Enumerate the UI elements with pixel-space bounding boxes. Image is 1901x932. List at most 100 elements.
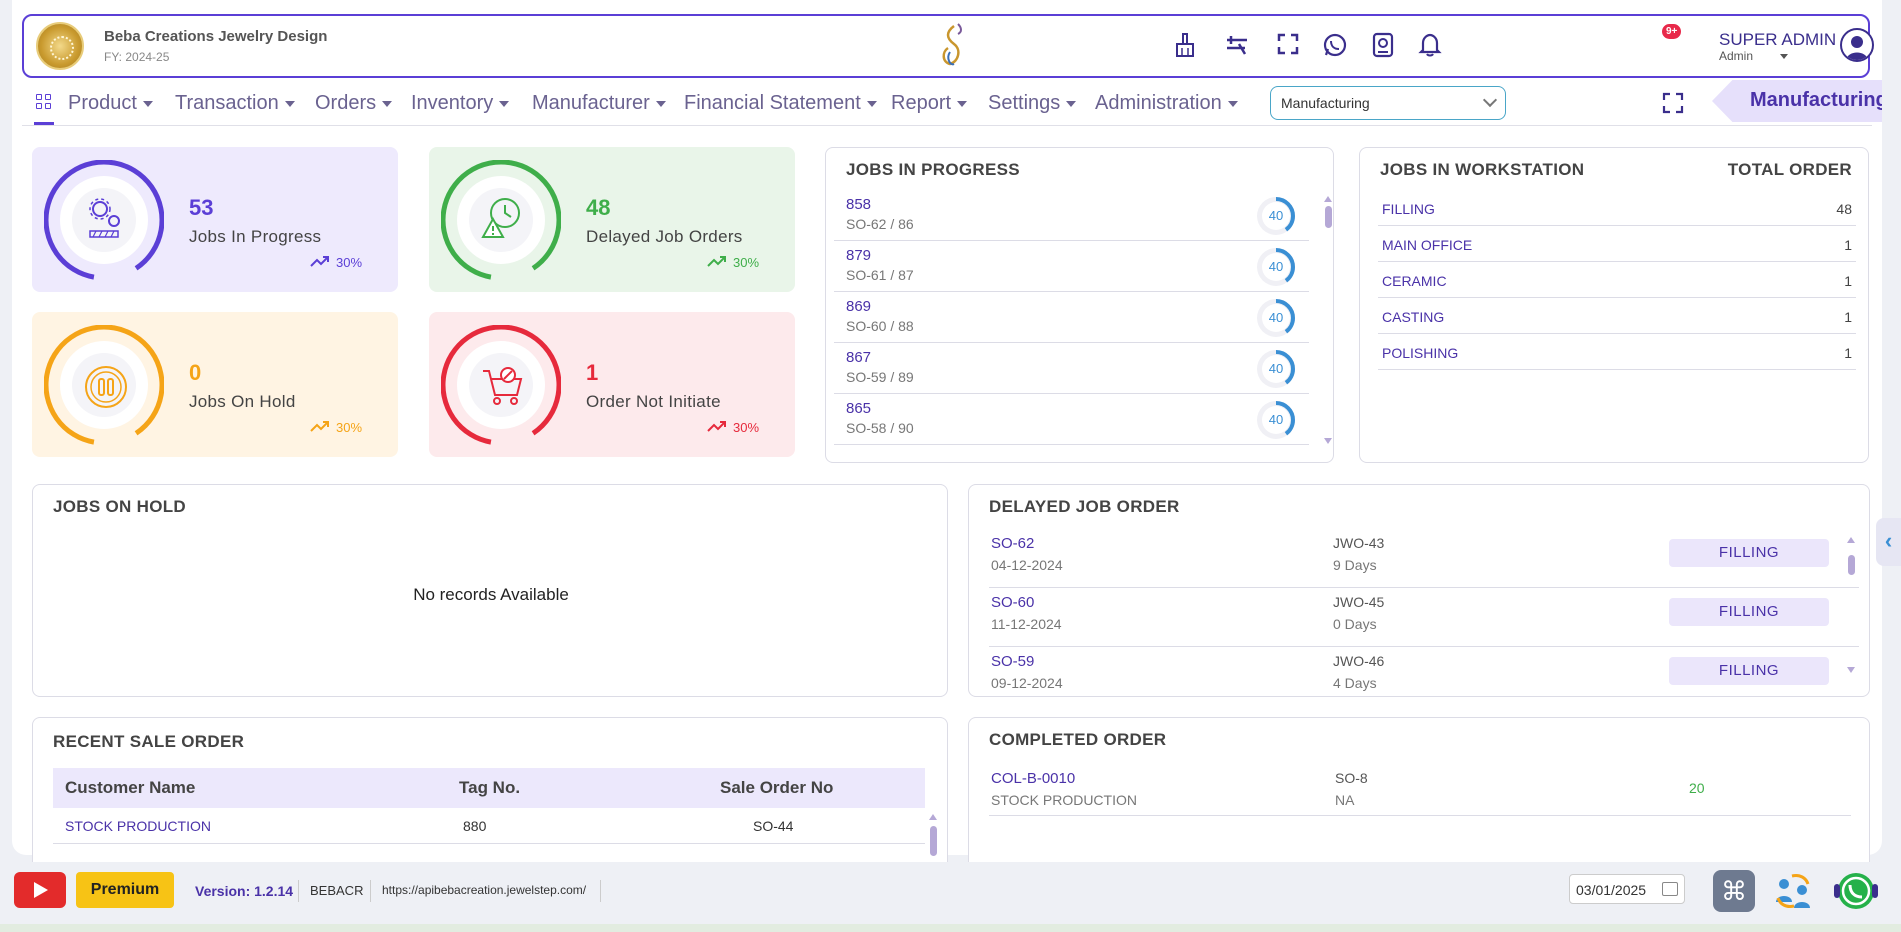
list-item[interactable]: 867 SO-59 / 89 40 xyxy=(834,343,1309,394)
app-window: Beba Creations Jewelry Design FY: 2024-2… xyxy=(12,0,1882,862)
module-select[interactable]: Manufacturing xyxy=(1270,86,1506,120)
divider xyxy=(370,880,371,902)
order-na: NA xyxy=(1335,792,1355,808)
order-qty: 20 xyxy=(1689,780,1705,796)
status-badge: FILLING xyxy=(1669,598,1829,626)
scrollbar-thumb[interactable] xyxy=(1325,206,1332,228)
fullscreen-icon[interactable] xyxy=(1662,92,1684,114)
list-item[interactable]: 869 SO-60 / 88 40 xyxy=(834,292,1309,343)
job-id[interactable]: 869 xyxy=(846,298,871,315)
list-item[interactable]: SO-59 09-12-2024 JWO-46 4 Days FILLING xyxy=(989,647,1859,696)
workstation-row[interactable]: CERAMIC 1 xyxy=(1378,262,1856,298)
nav-report[interactable]: Report xyxy=(891,92,967,115)
progress-ring: 40 xyxy=(1254,296,1298,340)
workstation-total: 1 xyxy=(1844,309,1852,325)
job-id[interactable]: 858 xyxy=(846,196,871,213)
empty-state: No records Available xyxy=(413,585,569,604)
clock-warning-icon xyxy=(479,195,525,246)
sale-order-link[interactable]: SO-59 xyxy=(991,653,1034,670)
users-sync-icon[interactable] xyxy=(1772,870,1814,912)
tools-icon[interactable] xyxy=(1223,32,1251,60)
whatsapp-icon[interactable] xyxy=(1321,32,1349,60)
active-tab-indicator xyxy=(34,122,54,125)
job-id[interactable]: 867 xyxy=(846,349,871,366)
user-name[interactable]: SUPER ADMIN xyxy=(1719,30,1836,50)
scroll-up-icon[interactable] xyxy=(929,814,937,820)
nav-inventory[interactable]: Inventory xyxy=(411,92,509,115)
order-code[interactable]: COL-B-0010 xyxy=(991,770,1075,787)
cart-blocked-icon xyxy=(481,363,527,414)
scroll-down-icon[interactable] xyxy=(1847,667,1855,673)
user-role[interactable]: Admin xyxy=(1719,49,1789,63)
nav-financial-statement[interactable]: Financial Statement xyxy=(684,92,877,115)
job-id[interactable]: 879 xyxy=(846,247,871,264)
date-field[interactable]: 03/01/2025 xyxy=(1569,874,1685,904)
bell-icon[interactable] xyxy=(1416,32,1444,60)
scrollbar-thumb[interactable] xyxy=(930,826,937,856)
scroll-up-icon[interactable] xyxy=(1324,196,1332,202)
nav-product[interactable]: Product xyxy=(68,92,153,115)
stat-card-order-not-initiate[interactable]: 1 Order Not Initiate 30% xyxy=(429,312,795,457)
nav-administration[interactable]: Administration xyxy=(1095,92,1238,115)
list-item[interactable]: 858 SO-62 / 86 40 xyxy=(834,190,1309,241)
dashboard-grid-icon[interactable] xyxy=(36,94,52,110)
stat-card-delayed-job-orders[interactable]: 48 Delayed Job Orders 30% xyxy=(429,147,795,292)
fiscal-year: FY: 2024-25 xyxy=(104,50,170,64)
command-icon[interactable]: ⌘ xyxy=(1713,870,1755,912)
side-panel-toggle[interactable]: ‹ xyxy=(1876,518,1901,566)
youtube-icon[interactable] xyxy=(14,872,66,908)
progress-value: 40 xyxy=(1268,412,1284,427)
whatsapp-support-icon[interactable] xyxy=(1832,870,1880,912)
avatar[interactable] xyxy=(1840,28,1874,62)
workstation-total: 1 xyxy=(1844,273,1852,289)
total-order-header: TOTAL ORDER xyxy=(1727,160,1852,179)
workstation-name[interactable]: POLISHING xyxy=(1382,345,1458,361)
workstation-name[interactable]: CERAMIC xyxy=(1382,273,1447,289)
trending-up-icon xyxy=(707,421,726,432)
workstation-name[interactable]: CASTING xyxy=(1382,309,1444,325)
panel-title: COMPLETED ORDER xyxy=(989,730,1167,749)
stat-card-jobs-in-progress[interactable]: 53 Jobs In Progress 30% xyxy=(32,147,398,292)
notification-badge: 9+ xyxy=(1662,24,1682,39)
table-row[interactable]: STOCK PRODUCTION 880 SO-44 xyxy=(53,808,925,844)
premium-button[interactable]: Premium xyxy=(76,872,174,908)
workstation-name[interactable]: MAIN OFFICE xyxy=(1382,237,1472,253)
list-item[interactable]: 865 SO-58 / 90 40 xyxy=(834,394,1309,445)
certificate-icon[interactable] xyxy=(1369,32,1397,60)
list-item[interactable]: COL-B-0010 STOCK PRODUCTION SO-8 NA 20 xyxy=(989,764,1851,816)
job-id[interactable]: 865 xyxy=(846,400,871,417)
delay-days: 4 Days xyxy=(1333,675,1377,691)
company-code: BEBACR xyxy=(310,883,364,898)
list-item[interactable]: 879 SO-61 / 87 40 xyxy=(834,241,1309,292)
nav-manufacturer[interactable]: Manufacturer xyxy=(532,92,666,115)
scroll-up-icon[interactable] xyxy=(1847,537,1855,543)
workstation-row[interactable]: MAIN OFFICE 1 xyxy=(1378,226,1856,262)
order-so: SO-8 xyxy=(1335,770,1368,786)
sale-order-link[interactable]: SO-60 xyxy=(991,594,1034,611)
stat-label: Jobs In Progress xyxy=(189,227,322,246)
scrollbar-thumb[interactable] xyxy=(1848,555,1855,575)
workstation-name[interactable]: FILLING xyxy=(1382,201,1435,217)
job-sale-order: SO-59 / 89 xyxy=(846,369,914,385)
calendar-icon[interactable] xyxy=(1662,882,1678,896)
workstation-row[interactable]: POLISHING 1 xyxy=(1378,334,1856,370)
list-item[interactable]: SO-62 04-12-2024 JWO-43 9 Days FILLING xyxy=(989,529,1859,588)
workstation-row[interactable]: CASTING 1 xyxy=(1378,298,1856,334)
stat-card-jobs-on-hold[interactable]: 0 Jobs On Hold 30% xyxy=(32,312,398,457)
order-date: 09-12-2024 xyxy=(991,675,1063,691)
scroll-down-icon[interactable] xyxy=(1324,438,1332,444)
nav-transaction[interactable]: Transaction xyxy=(175,92,295,115)
customer-cell[interactable]: STOCK PRODUCTION xyxy=(65,818,211,834)
nav-settings[interactable]: Settings xyxy=(988,92,1076,115)
fullscreen-icon[interactable] xyxy=(1274,32,1302,60)
sale-order-link[interactable]: SO-62 xyxy=(991,535,1034,552)
company-logo[interactable] xyxy=(36,22,84,70)
module-tag: Manufacturing xyxy=(1712,80,1882,122)
list-item[interactable]: SO-60 11-12-2024 JWO-45 0 Days FILLING xyxy=(989,588,1859,647)
workstation-row[interactable]: FILLING 48 xyxy=(1378,190,1856,226)
order-date: 04-12-2024 xyxy=(991,557,1063,573)
progress-value: 40 xyxy=(1268,259,1284,274)
nav-orders[interactable]: Orders xyxy=(315,92,392,115)
column-header: Sale Order No xyxy=(720,778,834,797)
broom-icon[interactable] xyxy=(1171,32,1199,60)
